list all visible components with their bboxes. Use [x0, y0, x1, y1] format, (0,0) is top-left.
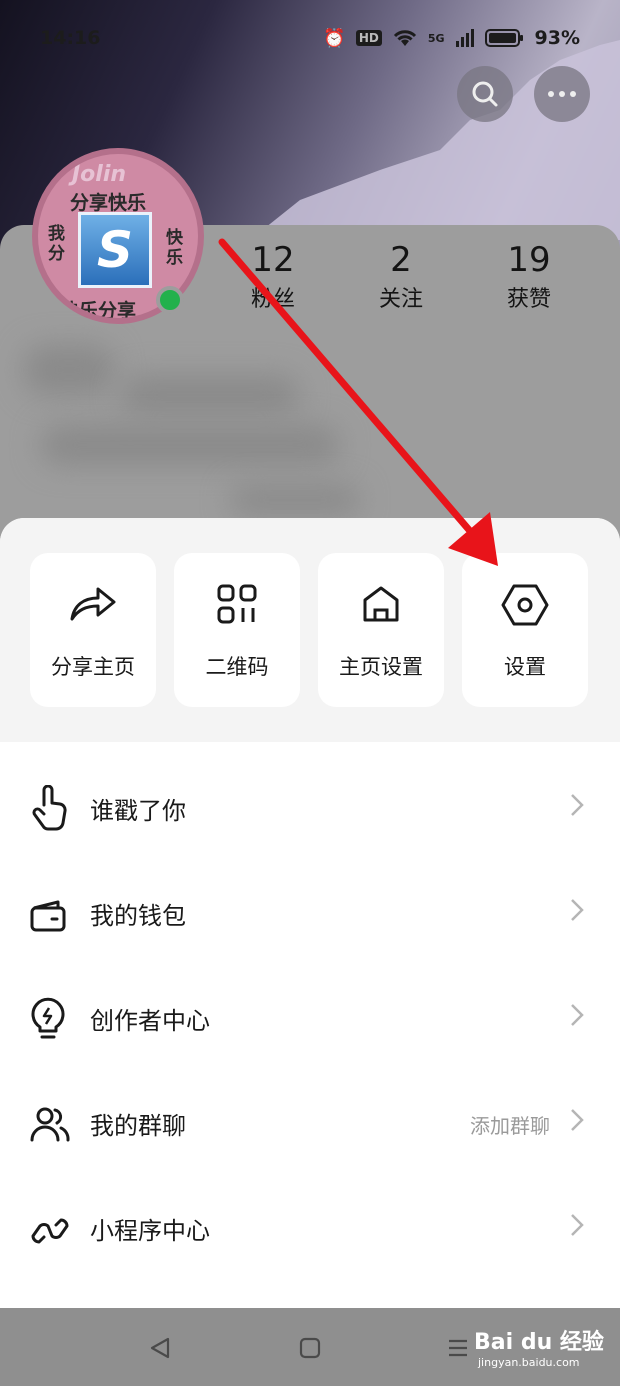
home-icon: [363, 586, 399, 622]
menu-item-group-chats[interactable]: 我的群聊 添加群聊: [0, 1072, 620, 1177]
qr-code-icon: [217, 584, 257, 624]
watermark-brand: Bai du 经验: [474, 1330, 604, 1355]
stat-likes[interactable]: 19 获赞: [484, 240, 574, 314]
share-icon: [70, 587, 116, 621]
mini-program-icon: [31, 1218, 69, 1244]
menu-item-poke[interactable]: 谁戳了你: [0, 757, 620, 862]
avatar-brand-text: Jolin: [72, 162, 127, 187]
quick-actions: 分享主页 二维码 主页设置 设置: [0, 518, 620, 742]
more-button[interactable]: [534, 66, 590, 122]
home-nav-icon[interactable]: [298, 1336, 322, 1360]
bottom-sheet: 分享主页 二维码 主页设置 设置 谁戳了你 我的钱包 创作者中心 我的群聊 添加…: [0, 518, 620, 1308]
quick-action-label: 设置: [504, 655, 546, 679]
wallet-icon: [30, 900, 66, 932]
more-dots-icon: [548, 91, 576, 97]
home-settings-button[interactable]: 主页设置: [318, 553, 444, 707]
chevron-right-icon: [571, 899, 584, 921]
settings-button[interactable]: 设置: [462, 553, 588, 707]
stat-value: 19: [507, 240, 551, 280]
stat-following[interactable]: 2 关注: [356, 240, 446, 314]
group-users-icon: [30, 1107, 70, 1142]
poke-hand-icon: [32, 785, 67, 831]
stat-label: 关注: [378, 287, 423, 312]
chevron-right-icon: [571, 794, 584, 816]
menu-label: 我的钱包: [90, 902, 186, 930]
quick-action-label: 二维码: [205, 655, 269, 679]
avatar-right-text: 快乐: [166, 228, 183, 268]
menu-label: 谁戳了你: [90, 797, 186, 825]
status-time: 14:16: [40, 27, 101, 49]
menu-label: 创作者中心: [90, 1007, 210, 1035]
stat-label: 获赞: [506, 287, 551, 312]
chevron-right-icon: [571, 1109, 584, 1131]
menu-item-wallet[interactable]: 我的钱包: [0, 862, 620, 967]
qr-code-button[interactable]: 二维码: [174, 553, 300, 707]
share-profile-button[interactable]: 分享主页: [30, 553, 156, 707]
status-bar: 14:16 ⏰ HD 5G 93%: [0, 18, 620, 58]
hd-badge: HD: [355, 30, 382, 46]
search-button[interactable]: [457, 66, 513, 122]
stat-label: 粉丝: [250, 287, 295, 312]
stat-value: 2: [390, 240, 412, 280]
alarm-icon: ⏰: [323, 27, 346, 49]
menu-item-creator-center[interactable]: 创作者中心: [0, 967, 620, 1072]
lightbulb-icon: [31, 997, 65, 1039]
settings-hex-icon: [501, 584, 549, 626]
battery-icon: [484, 29, 523, 47]
search-icon: [472, 81, 498, 107]
menu-label: 小程序中心: [90, 1217, 210, 1245]
menu-item-mini-programs[interactable]: 小程序中心: [0, 1177, 620, 1282]
stat-fans[interactable]: 12 粉丝: [228, 240, 318, 314]
add-group-hint[interactable]: 添加群聊: [470, 1110, 550, 1139]
quick-action-label: 分享主页: [51, 655, 135, 679]
wifi-icon: [393, 30, 416, 46]
battery-percent: 93%: [534, 27, 580, 49]
quick-action-label: 主页设置: [339, 655, 423, 679]
menu-label: 我的群聊: [90, 1112, 186, 1140]
avatar-left-text: 我分: [48, 224, 65, 264]
watermark-url: jingyan.baidu.com: [478, 1356, 580, 1369]
recents-nav-icon[interactable]: [446, 1336, 470, 1360]
avatar-logo: S: [78, 212, 152, 288]
back-nav-icon[interactable]: [148, 1336, 172, 1360]
avatar-logo-letter: S: [96, 221, 133, 279]
avatar-top-text: 分享快乐: [70, 192, 147, 214]
online-status-dot: [156, 286, 184, 314]
stat-value: 12: [251, 240, 295, 280]
chevron-right-icon: [571, 1214, 584, 1236]
system-nav-bar: Bai du 经验 jingyan.baidu.com: [0, 1308, 620, 1386]
chevron-right-icon: [571, 1004, 584, 1026]
signal-icon: [455, 29, 474, 47]
network-label: 5G: [427, 31, 445, 45]
